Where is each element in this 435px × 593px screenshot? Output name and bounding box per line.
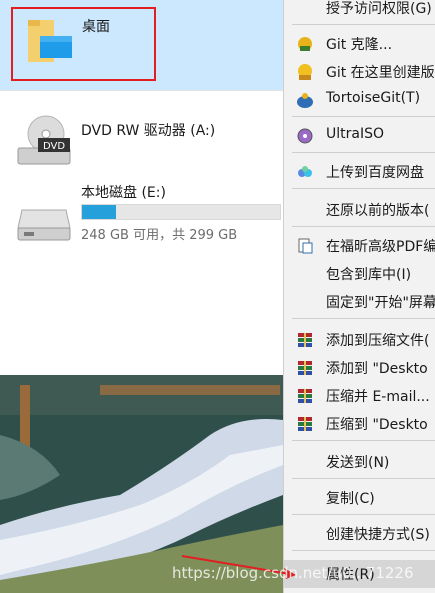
menu-item-label: 创建快捷方式(S) [326,527,430,543]
menu-item-restore-versions[interactable]: 还原以前的版本( [284,198,435,222]
winrar-icon [298,417,312,431]
git-clone-icon [298,37,312,51]
winrar-icon [298,333,312,347]
baidu-netdisk-icon [298,166,312,177]
drive-e-label: 本地磁盘 (E:) [81,185,166,201]
menu-item-label: UltraISO [326,126,384,142]
menu-item-label: 在福昕高级PDF编 [326,239,435,255]
menu-item-tortoisegit[interactable]: TortoiseGit(T) [284,88,435,112]
menu-separator [292,514,435,515]
menu-item-pin-start[interactable]: 固定到"开始"屏幕 [284,290,435,314]
drive-dvd[interactable]: DVD DVD RW 驱动器 (A:) [0,112,300,172]
menu-separator [292,440,435,441]
winrar-icon [298,389,312,403]
menu-separator [292,116,435,117]
menu-item-compress-email[interactable]: 压缩并 E-mail... [284,384,435,408]
menu-separator [292,152,435,153]
menu-item-label: TortoiseGit(T) [326,90,421,106]
menu-separator [292,24,435,25]
menu-item-label: 复制(C) [326,491,375,507]
menu-item-label: 固定到"开始"屏幕 [326,295,435,311]
ultraiso-icon [297,128,313,144]
drive-e-usage-bar [81,204,281,220]
hard-drive-icon [17,209,71,241]
git-create-icon [298,64,312,80]
menu-item-compress-to-desktop[interactable]: 压缩到 "Deskto [284,412,435,436]
dvd-drive-icon: DVD [17,115,71,165]
menu-item-add-to-desktop-archive[interactable]: 添加到 "Deskto [284,356,435,380]
menu-item-label: 添加到 "Deskto [326,361,428,377]
menu-item-send-to[interactable]: 发送到(N) [284,450,435,474]
menu-item-copy[interactable]: 复制(C) [284,486,435,510]
menu-separator [292,318,435,319]
menu-item-ultraiso[interactable]: UltraISO [284,124,435,148]
menu-item-create-shortcut[interactable]: 创建快捷方式(S) [284,522,435,546]
menu-separator [292,550,435,551]
menu-item-label: 发送到(N) [326,455,390,471]
menu-item-label: 包含到库中(I) [326,267,412,283]
menu-item-include-library[interactable]: 包含到库中(I) [284,262,435,286]
tortoisegit-icon [297,93,313,108]
menu-item-foxit-pdf[interactable]: 在福昕高级PDF编 [284,234,435,258]
menu-separator [292,188,435,189]
menu-item-label: 还原以前的版本( [326,203,430,219]
menu-item-label: Git 克隆... [326,37,393,53]
drive-e-space-info: 248 GB 可用，共 299 GB [81,228,238,243]
watermark-text: https://blog.csdn.net/u0...71226 [172,564,414,582]
menu-item-label: 添加到压缩文件( [326,333,430,349]
menu-item-git-create[interactable]: Git 在这里创建版 [284,60,435,84]
menu-item-label: 授予访问权限(G) [326,1,432,17]
context-menu: 授予访问权限(G) Git 克隆... Git 在这里创建版 TortoiseG… [283,0,435,593]
menu-item-label: Git 在这里创建版 [326,65,435,81]
menu-separator [292,478,435,479]
menu-item-add-archive[interactable]: 添加到压缩文件( [284,328,435,352]
menu-item-label: 上传到百度网盘 [326,165,424,181]
winrar-icon [298,361,312,375]
drive-e[interactable]: 本地磁盘 (E:) 248 GB 可用，共 299 GB [0,180,300,250]
menu-item-git-clone[interactable]: Git 克隆... [284,32,435,56]
drive-e-usage-fill [82,205,116,219]
menu-item-label: 压缩并 E-mail... [326,389,430,405]
highlight-box [11,7,156,81]
foxit-pdf-icon [298,238,313,254]
menu-separator [292,226,435,227]
menu-item-baidu-netdisk[interactable]: 上传到百度网盘 [284,160,435,184]
menu-item-label: 压缩到 "Deskto [326,417,428,433]
svg-text:DVD: DVD [43,141,65,152]
menu-item-grant-access[interactable]: 授予访问权限(G) [284,0,435,20]
drive-dvd-label: DVD RW 驱动器 (A:) [81,123,216,139]
